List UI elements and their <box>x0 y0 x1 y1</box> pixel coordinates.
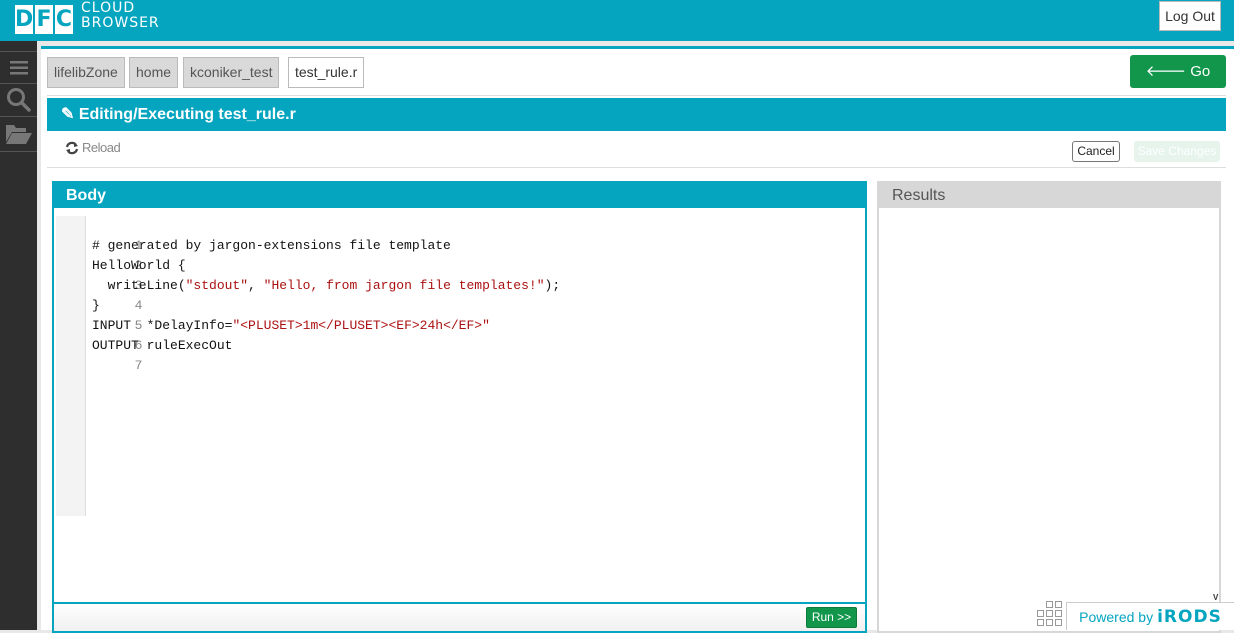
line-text: writeLine("stdout", "Hello, from jargon … <box>92 278 561 293</box>
code-line: 3 writeLine("stdout", "Hello, from jargo… <box>56 256 561 293</box>
app-title-line2: BROWSER <box>81 15 160 31</box>
line-number: 7 <box>134 358 143 373</box>
nav-divider <box>0 151 37 152</box>
body-panel: Body 1 # generated by jargon-extensions f… <box>52 181 867 633</box>
cancel-button[interactable]: Cancel <box>1072 141 1120 162</box>
search-icon <box>6 87 31 112</box>
run-button[interactable]: Run >> <box>806 607 857 628</box>
arrow-left-icon: 🡐 <box>1145 63 1187 80</box>
body-panel-footer: Run >> <box>54 602 865 631</box>
app-title: CLOUD BROWSER <box>81 1 160 31</box>
line-text: INPUT *DelayInfo="<PLUSET>1m</PLUSET><EF… <box>92 318 490 333</box>
logo-letter: C <box>55 5 73 34</box>
nav-browse[interactable] <box>0 116 37 151</box>
editor-title: Editing/Executing test_rule.r <box>78 106 296 123</box>
code-editor[interactable]: 1 # generated by jargon-extensions file t… <box>56 216 856 546</box>
save-changes-button[interactable]: Save Changes <box>1134 141 1220 162</box>
app-title-line1: CLOUD <box>81 0 136 16</box>
menu-icon <box>9 60 28 74</box>
breadcrumb-item[interactable]: home <box>129 57 179 88</box>
refresh-icon <box>65 141 79 154</box>
code-line: 1 # generated by jargon-extensions file t… <box>56 216 451 253</box>
line-text: # generated by jargon-extensions file te… <box>92 238 451 253</box>
nav-search[interactable] <box>0 83 37 115</box>
breadcrumb-item[interactable]: lifelibZone <box>47 57 125 88</box>
nav-menu[interactable] <box>0 51 37 83</box>
left-nav <box>0 41 37 630</box>
main-panel: lifelibZone home kconiker_test test_rule… <box>41 46 1234 633</box>
editor-toolbar: Reload Cancel Save Changes <box>47 134 1226 168</box>
reload-label: Reload <box>82 140 121 155</box>
dfc-logo: D F C <box>15 5 73 34</box>
pencil-icon: ✎ <box>61 106 75 123</box>
body-panel-title: Body <box>54 183 865 208</box>
go-back-button[interactable]: 🡐 Go Back <box>1130 55 1226 113</box>
code-line: 6 OUTPUT ruleExecOut <box>56 316 232 353</box>
reload-button[interactable]: Reload <box>65 140 121 155</box>
powered-by-label: Powered by <box>1079 608 1154 625</box>
breadcrumb-current[interactable]: test_rule.r <box>288 57 365 88</box>
results-panel: Results <box>877 181 1221 633</box>
code-line: 7 <box>56 336 145 373</box>
divider <box>47 95 1226 96</box>
logout-button[interactable]: Log Out <box>1159 1 1221 31</box>
irods-logo: iRODS <box>1157 606 1222 627</box>
results-panel-title: Results <box>879 183 1219 208</box>
irods-tiles-icon <box>1036 601 1066 630</box>
code-line: 2 HelloWorld { <box>56 236 186 273</box>
logo-letter: D <box>15 5 34 34</box>
code-line: 4} <box>56 276 145 313</box>
powered-by-irods[interactable]: Powered by iRODS <box>1066 602 1234 630</box>
top-bar: D F C CLOUD BROWSER Log Out <box>0 0 1234 41</box>
logo-letter: F <box>35 5 53 34</box>
editor-header: ✎ Editing/Executing test_rule.r <box>47 98 1226 131</box>
breadcrumb-item[interactable]: kconiker_test <box>183 57 280 88</box>
folder-open-icon <box>5 125 32 144</box>
code-line: 5 INPUT *DelayInfo="<PLUSET>1m</PLUSET><E… <box>56 296 490 333</box>
